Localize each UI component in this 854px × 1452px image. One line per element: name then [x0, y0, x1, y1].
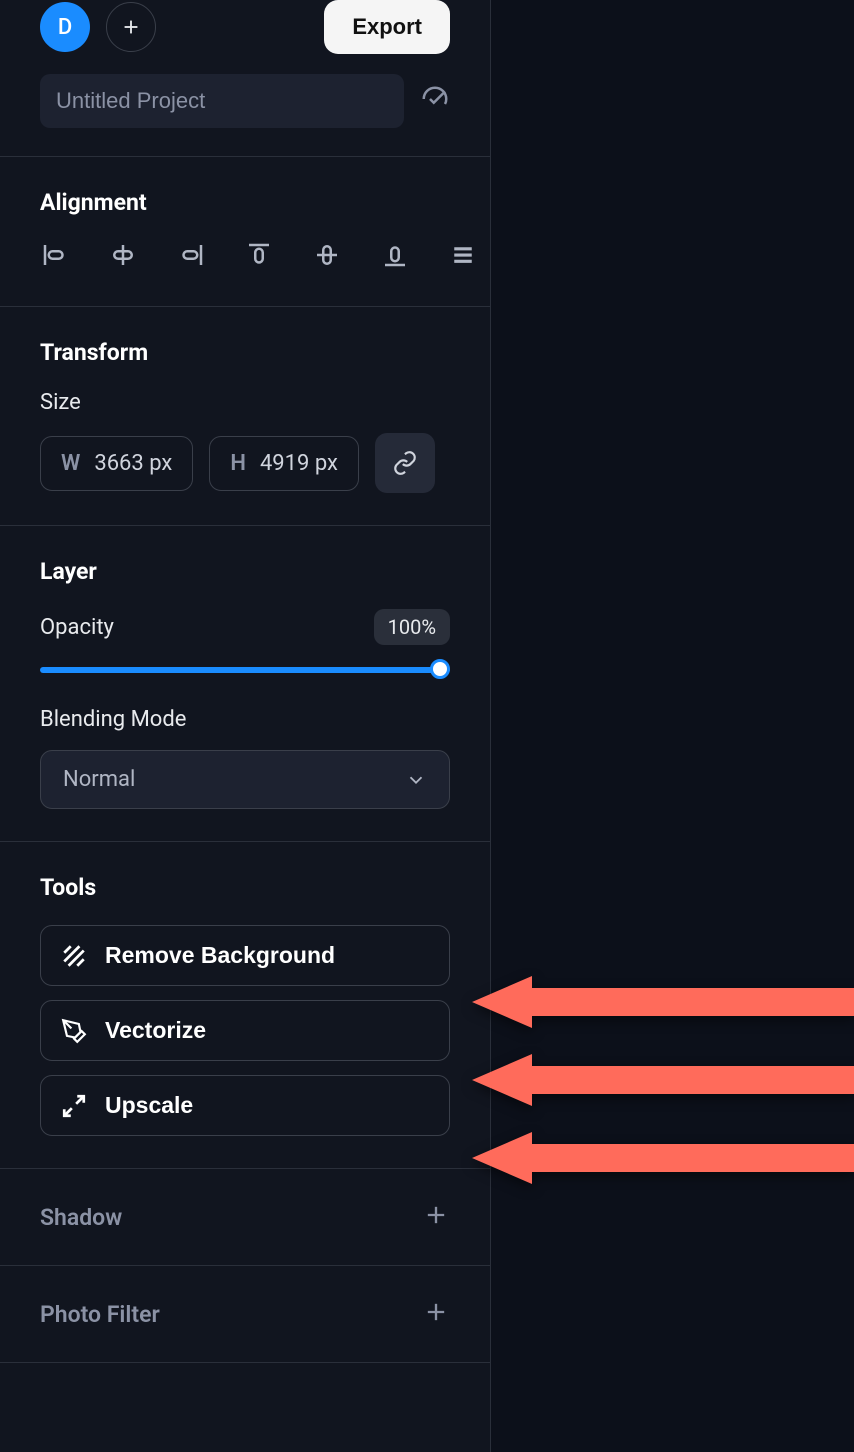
confirm-icon[interactable] — [420, 84, 450, 118]
align-bottom-icon[interactable] — [380, 240, 410, 274]
opacity-value: 100% — [374, 609, 450, 645]
height-input[interactable]: H 4919 px — [209, 436, 359, 491]
vectorize-button[interactable]: Vectorize — [40, 1000, 450, 1061]
align-left-icon[interactable] — [40, 240, 70, 274]
chevron-down-icon — [405, 769, 427, 791]
align-center-v-icon[interactable] — [312, 240, 342, 274]
h-value: 4919 px — [260, 451, 338, 476]
alignment-section: Alignment — [0, 157, 490, 307]
upscale-label: Upscale — [105, 1092, 193, 1119]
w-value: 3663 px — [94, 451, 172, 476]
slider-track — [40, 667, 450, 673]
project-name-input[interactable] — [40, 74, 404, 128]
add-shadow-button[interactable] — [422, 1201, 450, 1233]
remove-bg-label: Remove Background — [105, 942, 335, 969]
w-label: W — [61, 451, 80, 476]
layer-section: Layer Opacity 100% Blending Mode Normal — [0, 526, 490, 842]
h-label: H — [230, 451, 246, 476]
annotation-arrow — [472, 1054, 854, 1106]
blend-mode-select[interactable]: Normal — [40, 750, 450, 809]
plus-icon — [422, 1298, 450, 1326]
pen-icon — [61, 1018, 87, 1044]
photo-filter-section[interactable]: Photo Filter — [0, 1266, 490, 1363]
width-input[interactable]: W 3663 px — [40, 436, 193, 491]
annotation-arrow — [472, 976, 854, 1028]
size-label: Size — [40, 390, 450, 415]
avatar-letter: D — [58, 15, 72, 40]
opacity-row: Opacity 100% — [40, 609, 450, 645]
blend-label: Blending Mode — [40, 707, 450, 732]
header-row: D Export — [0, 0, 490, 74]
upscale-button[interactable]: Upscale — [40, 1075, 450, 1136]
photo-filter-label: Photo Filter — [40, 1301, 160, 1328]
size-row: W 3663 px H 4919 px — [40, 433, 450, 493]
stripes-icon — [61, 943, 87, 969]
align-center-h-icon[interactable] — [108, 240, 138, 274]
properties-panel: D Export Alignment Transform Size — [0, 0, 491, 1452]
alignment-title: Alignment — [40, 189, 450, 216]
expand-icon — [61, 1093, 87, 1119]
plus-icon — [120, 16, 142, 38]
tools-title: Tools — [40, 874, 450, 901]
align-right-icon[interactable] — [176, 240, 206, 274]
plus-icon — [422, 1201, 450, 1229]
user-avatar[interactable]: D — [40, 2, 90, 52]
link-icon — [392, 450, 418, 476]
transform-section: Transform Size W 3663 px H 4919 px — [0, 307, 490, 526]
annotation-arrow — [472, 1132, 854, 1184]
remove-background-button[interactable]: Remove Background — [40, 925, 450, 986]
align-top-icon[interactable] — [244, 240, 274, 274]
opacity-label: Opacity — [40, 615, 114, 640]
alignment-buttons — [40, 240, 450, 274]
distribute-icon[interactable] — [448, 240, 478, 274]
layer-title: Layer — [40, 558, 450, 585]
slider-thumb[interactable] — [430, 659, 450, 679]
link-dimensions-button[interactable] — [375, 433, 435, 493]
export-label: Export — [352, 14, 422, 39]
blend-value: Normal — [63, 767, 135, 792]
shadow-label: Shadow — [40, 1204, 122, 1231]
project-row — [0, 74, 490, 157]
vectorize-label: Vectorize — [105, 1017, 206, 1044]
shadow-section[interactable]: Shadow — [0, 1169, 490, 1266]
tools-section: Tools Remove Background Vectorize Upscal… — [0, 842, 490, 1169]
opacity-slider[interactable] — [40, 659, 450, 679]
add-photo-filter-button[interactable] — [422, 1298, 450, 1330]
export-button[interactable]: Export — [324, 0, 450, 54]
add-button[interactable] — [106, 2, 156, 52]
transform-title: Transform — [40, 339, 450, 366]
